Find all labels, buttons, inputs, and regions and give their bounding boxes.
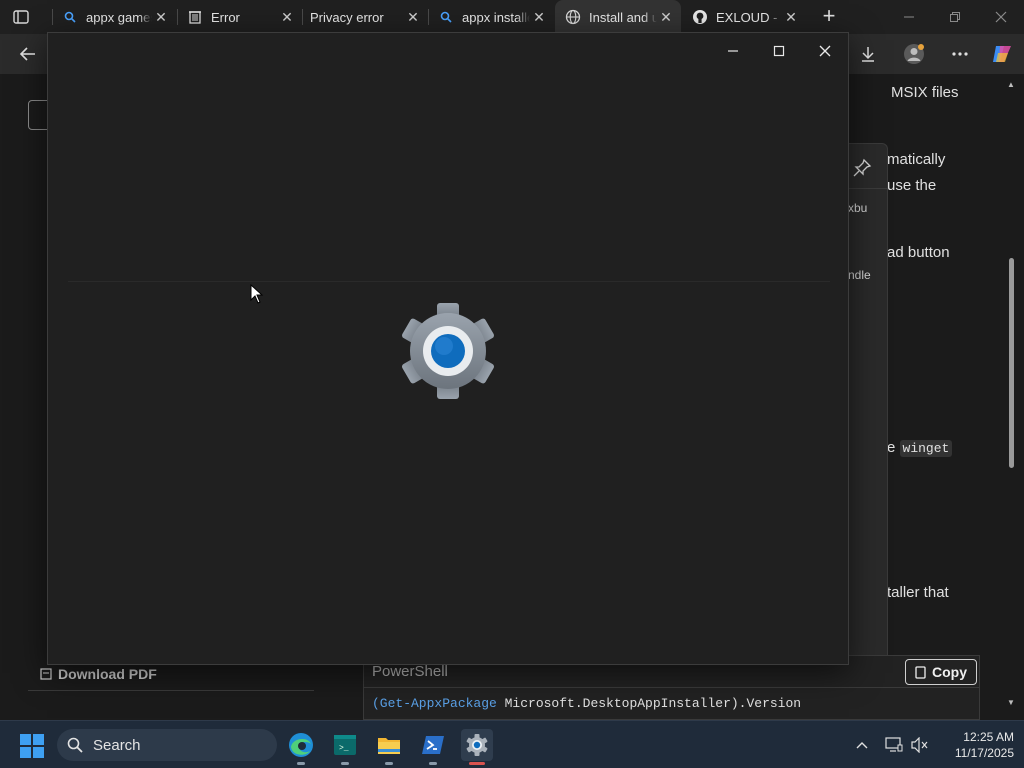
tab-title: EXLOUD - GitHub <box>716 9 782 25</box>
close-icon[interactable]: ✕ <box>530 8 548 26</box>
tab-title: appx games <box>86 9 152 25</box>
scroll-down-icon[interactable]: ▼ <box>1006 698 1016 708</box>
code-text: Microsoft.DesktopAppInstaller).Version <box>496 696 802 711</box>
screen: appx games ✕ Error ✕ Privacy error ✕ app… <box>0 0 1024 768</box>
tab-privacy-error[interactable]: Privacy error ✕ <box>302 0 428 34</box>
tab-title: appx installer <box>462 9 530 25</box>
tab-title: Install and update <box>589 9 657 25</box>
close-icon[interactable] <box>810 41 840 61</box>
code-language: PowerShell <box>372 663 448 680</box>
minimize-icon[interactable] <box>898 6 920 28</box>
article-text: ad button <box>887 244 950 261</box>
taskbar: Search >_ 12:25 AM 11/17/2025 <box>0 720 1024 768</box>
mouse-cursor-icon <box>250 283 264 304</box>
trash-icon <box>187 9 203 25</box>
minimize-icon[interactable] <box>718 41 748 61</box>
copy-label: Copy <box>932 664 967 680</box>
code-line: (Get-AppxPackage Microsoft.DesktopAppIns… <box>372 696 801 711</box>
restore-icon[interactable] <box>944 6 966 28</box>
article-text: use the <box>887 177 937 194</box>
tab-actions-icon[interactable] <box>12 8 30 26</box>
settings-icon[interactable] <box>461 729 493 765</box>
page-scrollbar[interactable]: ▲ ▼ <box>1004 78 1018 718</box>
panel-text: xbu <box>848 201 868 215</box>
terminal-icon[interactable]: >_ <box>329 729 361 765</box>
tab-install-and-update[interactable]: Install and update ✕ <box>555 0 681 34</box>
search-label: Search <box>93 736 141 754</box>
pdf-icon <box>40 668 52 680</box>
search-icon <box>67 737 83 753</box>
copy-icon <box>915 665 926 679</box>
close-icon[interactable]: ✕ <box>657 8 675 26</box>
copy-button[interactable]: Copy <box>905 659 977 685</box>
globe-icon <box>565 9 581 25</box>
close-icon[interactable]: ✕ <box>782 8 800 26</box>
scroll-thumb[interactable] <box>1009 258 1014 468</box>
copilot-icon[interactable] <box>990 42 1014 66</box>
panel-text: ndle <box>848 268 871 282</box>
clock-time: 12:25 AM <box>963 730 1014 744</box>
inline-code: winget <box>899 440 953 457</box>
browser-tab-strip: appx games ✕ Error ✕ Privacy error ✕ app… <box>0 0 1024 34</box>
tab-appx-games[interactable]: appx games ✕ <box>52 0 176 34</box>
edge-icon[interactable] <box>285 729 317 765</box>
display-icon[interactable] <box>884 735 904 755</box>
scroll-up-icon[interactable]: ▲ <box>1006 80 1016 90</box>
close-icon[interactable]: ✕ <box>278 8 296 26</box>
volume-muted-icon[interactable] <box>910 735 930 755</box>
new-tab-button[interactable]: + <box>818 5 840 28</box>
more-icon[interactable] <box>948 42 972 66</box>
file-explorer-icon[interactable] <box>373 729 405 765</box>
clock-date: 11/17/2025 <box>954 746 1014 760</box>
settings-gear-icon <box>398 301 498 401</box>
tab-exloud-github[interactable]: EXLOUD - GitHub ✕ <box>682 0 806 34</box>
pin-icon[interactable] <box>852 158 872 178</box>
powershell-icon[interactable] <box>417 729 449 765</box>
code-keyword: (Get-AppxPackage <box>372 696 497 711</box>
settings-window <box>47 32 849 665</box>
profile-icon[interactable] <box>902 42 926 66</box>
chevron-up-icon[interactable] <box>852 735 872 755</box>
back-icon[interactable] <box>16 42 40 66</box>
tab-error[interactable]: Error ✕ <box>177 0 302 34</box>
tab-appx-installer[interactable]: appx installer ✕ <box>428 0 554 34</box>
close-window-icon[interactable] <box>990 6 1012 28</box>
maximize-icon[interactable] <box>764 41 794 61</box>
divider <box>28 690 314 691</box>
article-text: matically <box>887 151 946 168</box>
download-pdf-label: Download PDF <box>58 666 157 682</box>
article-text: e winget <box>887 439 953 457</box>
download-pdf-link[interactable]: Download PDF <box>40 666 157 682</box>
close-icon[interactable]: ✕ <box>404 8 422 26</box>
close-icon[interactable]: ✕ <box>152 8 170 26</box>
search-icon <box>62 9 78 25</box>
article-text-fragment: e <box>887 439 896 456</box>
article-text: taller that <box>887 584 949 601</box>
divider <box>68 281 830 282</box>
taskbar-search[interactable]: Search <box>57 729 277 761</box>
system-clock[interactable]: 12:25 AM 11/17/2025 <box>936 729 1014 761</box>
windows-start-icon[interactable] <box>20 734 44 758</box>
tab-title: Error <box>211 9 240 25</box>
search-icon <box>438 9 454 25</box>
tab-title: Privacy error <box>310 9 384 25</box>
github-icon <box>692 9 708 25</box>
svg-text:>_: >_ <box>339 744 349 753</box>
article-text: MSIX files <box>891 84 959 101</box>
download-icon[interactable] <box>856 42 880 66</box>
